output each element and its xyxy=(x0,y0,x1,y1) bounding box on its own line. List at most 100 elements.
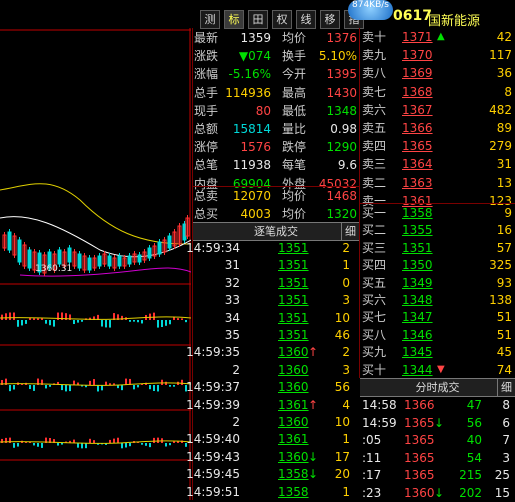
quote-value: 11938 xyxy=(232,158,271,173)
order-book-row[interactable]: 买四 1350 325 xyxy=(362,256,512,274)
tick-row: 31 1351 1 xyxy=(194,256,358,274)
level-label: 买三 xyxy=(362,240,387,255)
order-book-row[interactable]: 卖四 1365 279 xyxy=(362,137,512,155)
total-value: 12070 xyxy=(232,189,271,203)
ma-line-yellow xyxy=(0,183,191,245)
level-volume: 9 xyxy=(504,206,512,220)
order-book-row[interactable]: 卖五 1366 89 xyxy=(362,119,512,137)
toolbar-tab[interactable]: 测 xyxy=(200,10,220,29)
total-row: 总卖 12070 均价 1468 xyxy=(194,187,359,205)
indicator-line xyxy=(0,316,191,320)
order-book-row[interactable]: 买八 1346 51 xyxy=(362,326,512,344)
tick-time: 2 xyxy=(232,362,240,377)
level-price: 1370 xyxy=(402,48,433,63)
tick-volume: 1 xyxy=(342,432,350,447)
tick-row: 32 1351 0 xyxy=(194,274,358,292)
level-label: 买八 xyxy=(362,327,387,342)
quote-label: 最高 xyxy=(282,85,307,100)
level-label: 卖九 xyxy=(362,48,387,63)
quote-label: 涨幅 xyxy=(194,67,219,82)
quote-value: 1290 xyxy=(326,140,357,155)
level-price: 1365 xyxy=(402,139,433,154)
tick-row: 35 1351 46 xyxy=(194,326,358,344)
tick-price: 1360 xyxy=(278,449,309,464)
tick-time: 14:59:39 xyxy=(186,397,240,412)
quote-value: -5.16% xyxy=(228,67,271,82)
minute-count: 15 xyxy=(494,485,510,500)
toolbar-tab[interactable]: 权 xyxy=(272,10,292,29)
total-row: 总买 4003 均价 1320 xyxy=(194,205,359,223)
candle-body xyxy=(97,255,102,267)
minute-row: :23 1360 ↓ 202 15 xyxy=(362,484,512,502)
candle-body xyxy=(67,247,72,263)
tick-row: 34 1351 10 xyxy=(194,309,358,327)
order-book-row[interactable]: 买一 1358 9 xyxy=(362,204,512,222)
level-marker: ▲ xyxy=(437,31,445,42)
order-book-row[interactable]: 卖三 1364 31 xyxy=(362,155,512,173)
level-label: 卖十 xyxy=(362,30,387,44)
level-volume: 36 xyxy=(496,66,512,81)
level-volume: 117 xyxy=(489,48,512,63)
quote-label: 今开 xyxy=(282,67,307,82)
tick-price: 1351 xyxy=(278,241,309,255)
quote-value: 1376 xyxy=(326,31,357,45)
tick-price: 1360 xyxy=(278,345,309,360)
tick-price: 1358 xyxy=(278,484,309,499)
quote-row: 总手 114936 最高 1430 xyxy=(194,84,359,102)
minute-direction: ↓ xyxy=(434,415,445,430)
minute-row: :17 1365 215 25 xyxy=(362,466,512,484)
quote-label: 总额 xyxy=(194,122,219,136)
total-label: 均价 xyxy=(282,207,307,221)
minute-price: 1365 xyxy=(404,450,435,465)
quote-row: 总笔 11938 每笔 9.6 xyxy=(194,156,359,174)
tick-volume: 1 xyxy=(342,484,350,499)
level-volume: 138 xyxy=(489,293,512,307)
total-label: 总买 xyxy=(194,207,219,221)
order-book-row[interactable]: 卖六 1367 482 xyxy=(362,101,512,119)
order-book-row[interactable]: 卖八 1369 36 xyxy=(362,64,512,82)
tick-panel-detail-button[interactable]: 细 xyxy=(341,223,356,240)
order-book-row[interactable]: 卖九 1370 117 xyxy=(362,46,512,64)
order-book-row[interactable]: 买三 1351 57 xyxy=(362,239,512,257)
tick-time: 14:59:34 xyxy=(186,241,240,255)
candle-body xyxy=(167,235,172,249)
minute-row: :11 1365 54 3 xyxy=(362,449,512,467)
indicator-subcharts xyxy=(0,312,191,449)
quote-label: 涨停 xyxy=(194,140,219,155)
toolbar-tab[interactable]: 线 xyxy=(296,10,316,29)
toolbar-tab[interactable]: 田 xyxy=(248,10,268,29)
quote-value: 1576 xyxy=(240,140,271,155)
tick-time: 34 xyxy=(224,310,240,325)
minute-panel-detail-button[interactable]: 细 xyxy=(497,379,512,396)
level-price: 1349 xyxy=(402,275,433,290)
tick-price: 1351 xyxy=(278,275,309,290)
tick-time: 14:59:45 xyxy=(186,467,240,482)
minute-price: 1366 xyxy=(404,398,435,412)
order-book-row[interactable]: 卖七 1368 8 xyxy=(362,83,512,101)
minute-time: :23 xyxy=(362,485,382,500)
order-book-row[interactable]: 买六 1348 138 xyxy=(362,291,512,309)
order-book-row[interactable]: 买九 1345 45 xyxy=(362,343,512,361)
order-book-row[interactable]: 买二 1355 16 xyxy=(362,221,512,239)
toolbar-tab[interactable]: 移 xyxy=(320,10,340,29)
toolbar-tab[interactable]: 标 xyxy=(224,10,244,29)
tick-row: 2 1360 10 xyxy=(194,413,358,431)
quote-value: 1430 xyxy=(326,85,357,100)
tick-time: 35 xyxy=(224,328,240,342)
order-book-row[interactable]: 买七 1347 51 xyxy=(362,308,512,326)
tick-volume: 1 xyxy=(342,258,350,273)
level-volume: 45 xyxy=(496,345,512,360)
level-volume: 57 xyxy=(496,240,512,255)
order-book-row[interactable]: 买五 1349 93 xyxy=(362,274,512,292)
level-label: 卖五 xyxy=(362,121,387,135)
price-marker-label: 1360.31 xyxy=(35,264,72,274)
price-chart[interactable]: 1360.31 xyxy=(0,0,191,500)
minute-count: 7 xyxy=(502,433,510,447)
candle-body xyxy=(107,255,112,267)
order-book-row[interactable]: 买十 1344 ▼ 74 xyxy=(362,361,512,379)
order-book-row[interactable]: 卖二 1363 13 xyxy=(362,174,512,192)
tick-volume: 56 xyxy=(334,380,350,395)
order-book-row[interactable]: 卖十 1371 ▲ 42 xyxy=(362,28,512,46)
minute-volume: 47 xyxy=(466,398,482,412)
minute-direction: ↓ xyxy=(434,485,445,500)
